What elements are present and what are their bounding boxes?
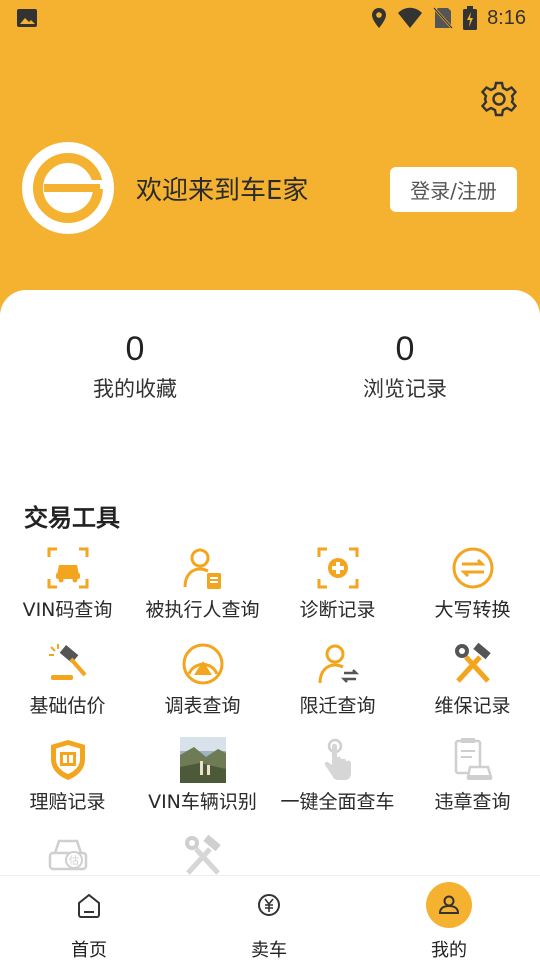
welcome-text: 欢迎来到车E家 (136, 176, 309, 206)
claim-shield-icon (51, 740, 85, 780)
tool-label: 诊断记录 (299, 599, 376, 621)
favorites-stat[interactable]: 0 我的收藏 (55, 330, 215, 403)
violation-icon (454, 738, 493, 780)
odometer-icon (182, 643, 224, 685)
person-transfer-icon (318, 644, 360, 684)
app-logo (22, 142, 114, 234)
nav-mine[interactable]: 我的 (389, 876, 509, 960)
tool-violation-query[interactable]: 违章查询 (405, 737, 540, 827)
image-notification-icon (17, 9, 37, 27)
tool-label: 违章查询 (434, 791, 511, 813)
history-stat[interactable]: 0 浏览记录 (325, 330, 485, 403)
tool-label: VIN车辆识别 (148, 791, 257, 813)
home-icon (78, 893, 100, 918)
diagnosis-icon (317, 547, 359, 589)
login-register-button[interactable]: 登录/注册 (390, 167, 517, 212)
tool-diagnosis-record[interactable]: 诊断记录 (270, 545, 405, 635)
tool-label: 维保记录 (434, 695, 511, 717)
tool-label: 理赔记录 (29, 791, 106, 813)
bottom-navigation: 首页 卖车 我的 (0, 875, 540, 960)
history-count: 0 (395, 330, 415, 368)
person-document-icon (183, 548, 221, 589)
favorites-label: 我的收藏 (93, 377, 177, 401)
tool-one-click-full-check[interactable]: 一键全面查车 (270, 737, 405, 827)
tool-basic-valuation[interactable]: 基础估价 (0, 641, 135, 731)
nav-sell-car-label: 卖车 (251, 940, 287, 960)
status-bar: 8:16 (0, 0, 540, 36)
nav-sell-car[interactable]: 卖车 (209, 876, 329, 960)
gavel-icon (49, 644, 87, 680)
tool-label: 一键全面查车 (280, 791, 395, 813)
location-icon (372, 8, 387, 28)
history-label: 浏览记录 (363, 377, 447, 401)
settings-gear-icon[interactable] (480, 80, 518, 118)
tools-icon (455, 642, 491, 683)
touch-icon (324, 738, 351, 780)
nav-home-label: 首页 (71, 940, 107, 960)
tool-label: 大写转换 (434, 599, 511, 621)
tool-executed-person-query[interactable]: 被执行人查询 (135, 545, 270, 635)
tool-maintenance-record[interactable]: 维保记录 (405, 641, 540, 731)
nav-mine-label: 我的 (431, 940, 467, 960)
nav-home[interactable]: 首页 (29, 876, 149, 960)
tool-label: 限迁查询 (299, 695, 376, 717)
vin-scan-icon (47, 547, 89, 589)
tool-uppercase-convert[interactable]: 大写转换 (405, 545, 540, 635)
tool-vin-query[interactable]: VIN码查询 (0, 545, 135, 635)
car-valuation-icon: 估 (48, 839, 88, 871)
tool-vin-vehicle-recognition[interactable]: VIN车辆识别 (135, 737, 270, 827)
clock-time: 8:16 (487, 6, 526, 29)
section-title: 交易工具 (24, 504, 120, 532)
tool-odometer-query[interactable]: 调表查询 (135, 641, 270, 731)
tool-claim-record[interactable]: 理赔记录 (0, 737, 135, 827)
photo-thumbnail (180, 737, 226, 783)
tool-label: VIN码查询 (22, 599, 113, 621)
tool-label: 调表查询 (164, 695, 241, 717)
tool-relocation-query[interactable]: 限迁查询 (270, 641, 405, 731)
tool-label: 基础估价 (29, 695, 106, 717)
favorites-count: 0 (125, 330, 145, 368)
battery-charging-icon (463, 6, 478, 30)
yen-icon (258, 894, 280, 916)
tool-label: 被执行人查询 (145, 599, 260, 621)
wifi-icon (398, 7, 423, 28)
no-sim-icon (433, 7, 453, 29)
svg-text:估: 估 (69, 854, 79, 867)
tools-icon (185, 834, 221, 875)
user-icon (426, 882, 472, 928)
e-logo-icon (33, 153, 106, 223)
convert-arrows-icon (452, 547, 494, 589)
